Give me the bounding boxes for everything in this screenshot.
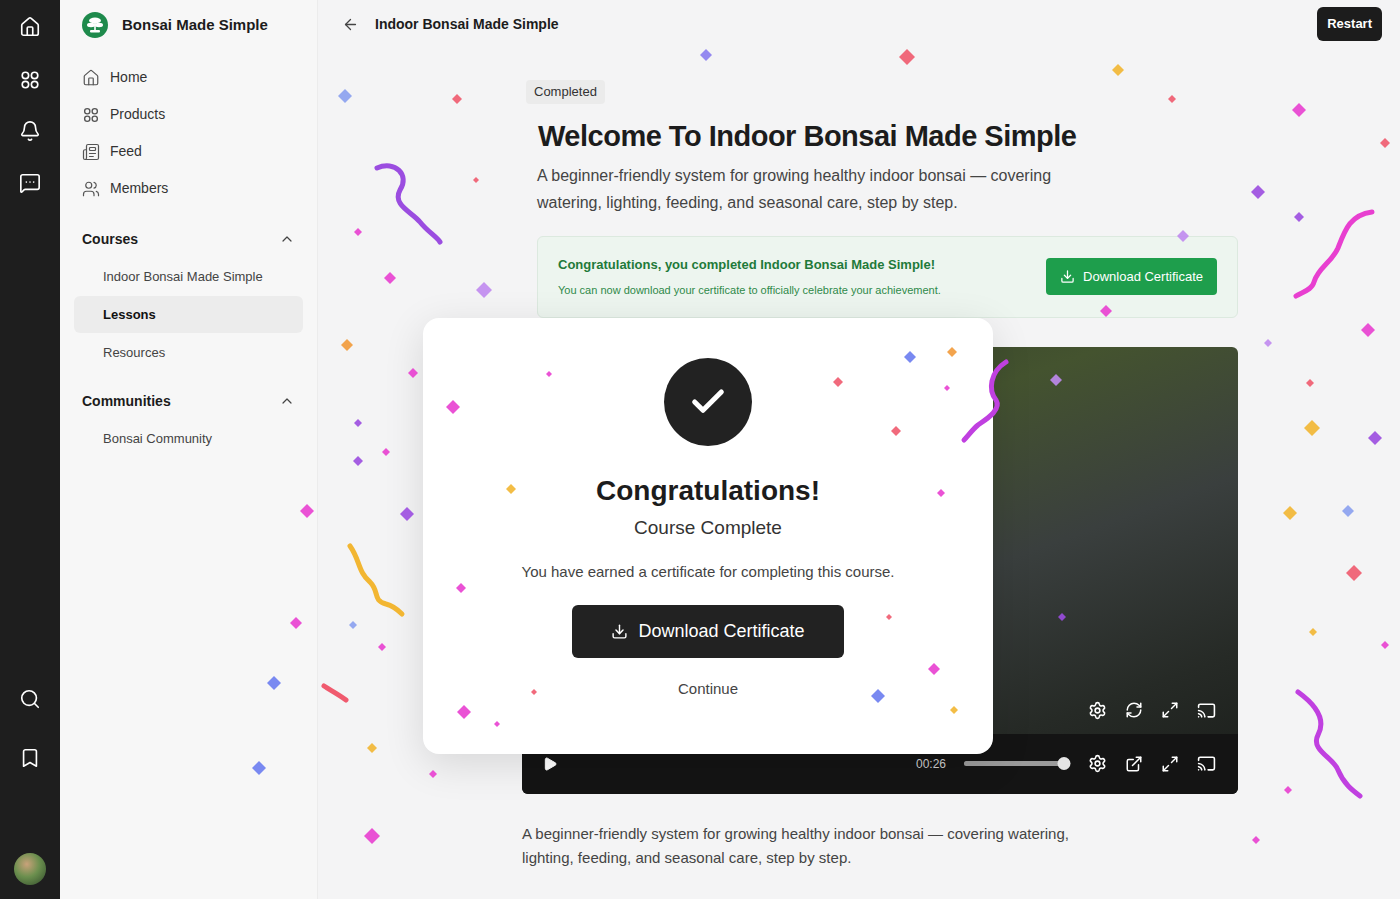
sidebar-item[interactable]: Members	[74, 170, 303, 207]
sidebar-item[interactable]: Home	[74, 59, 303, 96]
section-header[interactable]: Communities	[74, 385, 303, 417]
sidebar-subitem[interactable]: Indoor Bonsai Made Simple	[74, 258, 303, 295]
banner-download-button[interactable]: Download Certificate	[1046, 258, 1217, 296]
home-icon[interactable]	[19, 16, 41, 38]
cast-icon[interactable]	[1197, 701, 1216, 720]
course-title: Welcome To Indoor Bonsai Made Simple	[522, 118, 1238, 154]
sidebar-section: CoursesIndoor Bonsai Made SimpleLessonsR…	[74, 223, 303, 371]
play-icon[interactable]	[542, 756, 558, 772]
top-bar: Indoor Bonsai Made Simple Restart	[318, 0, 1400, 48]
products-icon	[82, 106, 100, 124]
cast-icon[interactable]	[1197, 754, 1216, 773]
completion-banner: Congratulations, you completed Indoor Bo…	[537, 236, 1238, 318]
chevron-icon	[279, 393, 295, 409]
course-description: A beginner-friendly system for growing h…	[522, 162, 1112, 216]
banner-text: You can now download your certificate to…	[558, 282, 941, 299]
download-certificate-button[interactable]: Download Certificate	[572, 605, 844, 658]
sidebar-subitem[interactable]: Lessons	[74, 296, 303, 333]
download-icon	[1060, 269, 1075, 284]
sidebar-subitem[interactable]: Resources	[74, 334, 303, 371]
volume-slider[interactable]	[964, 761, 1064, 766]
apps-icon	[19, 69, 41, 91]
main: Indoor Bonsai Made Simple Restart Complete…	[318, 0, 1400, 899]
sidebar-subitem[interactable]: Bonsai Community	[74, 420, 303, 457]
fullscreen-icon[interactable]	[1161, 755, 1179, 773]
bell-icon[interactable]	[19, 120, 41, 142]
footer-description: A beginner-friendly system for growing h…	[522, 822, 1122, 870]
replay-icon[interactable]	[1125, 701, 1143, 719]
home-icon	[82, 69, 100, 87]
back-arrow-icon[interactable]	[342, 16, 359, 33]
sidebar-nav: HomeProductsFeedMembers	[74, 59, 303, 207]
sidebar-item[interactable]: Feed	[74, 133, 303, 170]
sidebar-item[interactable]: Products	[74, 96, 303, 133]
expand-icon[interactable]	[1161, 701, 1179, 719]
continue-link[interactable]: Continue	[678, 678, 738, 701]
bookmark-icon[interactable]	[19, 747, 41, 769]
brand-name: Bonsai Made Simple	[122, 14, 268, 37]
chevron-icon	[279, 231, 295, 247]
completion-modal: Congratulations! Course Complete You have …	[423, 318, 993, 754]
modal-text: You have earned a certificate for comple…	[522, 561, 895, 584]
confetti	[0, 0, 1400, 899]
banner-title: Congratulations, you completed Indoor Bo…	[558, 255, 941, 275]
settings-icon[interactable]	[1088, 754, 1107, 773]
section-header[interactable]: Courses	[74, 223, 303, 255]
app: Bonsai Made Simple HomeProductsFeedMember…	[0, 0, 1400, 899]
download-icon	[611, 623, 628, 640]
video-overlay-controls	[1088, 701, 1216, 720]
check-icon	[688, 382, 728, 422]
search-icon[interactable]	[19, 688, 41, 710]
volume-knob[interactable]	[1058, 757, 1071, 770]
popout-icon[interactable]	[1125, 755, 1143, 773]
brand[interactable]: Bonsai Made Simple	[74, 12, 303, 38]
icon-rail	[0, 0, 60, 899]
settings-icon[interactable]	[1088, 701, 1107, 720]
members-icon	[82, 180, 100, 198]
check-badge	[664, 358, 752, 446]
page-title: Indoor Bonsai Made Simple	[375, 14, 559, 35]
modal-subtitle: Course Complete	[634, 514, 782, 543]
sidebar-section: CommunitiesBonsai Community	[74, 385, 303, 457]
video-time: 00:26	[916, 755, 946, 773]
feed-icon	[82, 143, 100, 161]
completed-badge: Completed	[526, 80, 605, 104]
volume-fill	[964, 761, 1064, 766]
sidebar: Bonsai Made Simple HomeProductsFeedMember…	[60, 0, 318, 899]
restart-button[interactable]: Restart	[1317, 7, 1382, 41]
modal-title: Congratulations!	[596, 474, 820, 508]
user-avatar[interactable]	[14, 853, 46, 885]
chat-icon[interactable]	[19, 172, 41, 194]
bonsai-logo-icon	[82, 12, 108, 38]
